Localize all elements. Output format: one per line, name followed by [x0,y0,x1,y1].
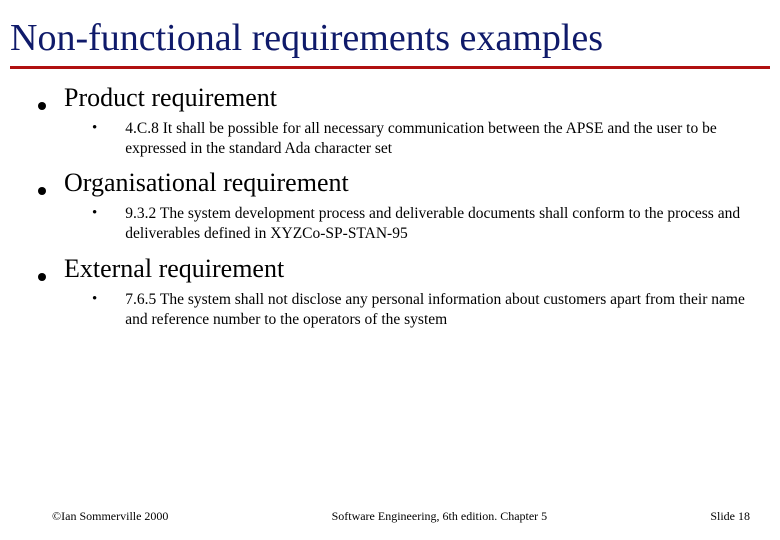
footer-copyright: ©Ian Sommerville 2000 [52,509,168,524]
bullet-icon [38,273,46,281]
slide-title: Non-functional requirements examples [10,18,770,69]
item-heading: Product requirement [64,83,277,113]
sub-list: • 4.C.8 It shall be possible for all nec… [38,119,770,159]
item-head: External requirement [38,254,770,284]
sub-item: • 4.C.8 It shall be possible for all nec… [92,119,770,159]
footer-slide-number: Slide 18 [710,509,750,524]
footer-center: Software Engineering, 6th edition. Chapt… [168,509,710,524]
sub-list: • 7.6.5 The system shall not disclose an… [38,290,770,330]
sub-bullet-icon: • [92,119,97,139]
bullet-icon [38,187,46,195]
sub-bullet-icon: • [92,204,97,224]
sub-bullet-icon: • [92,290,97,310]
sub-item-text: 9.3.2 The system development process and… [125,204,770,244]
sub-list: • 9.3.2 The system development process a… [38,204,770,244]
list-item: External requirement • 7.6.5 The system … [38,254,770,330]
item-heading: External requirement [64,254,284,284]
sub-item-text: 4.C.8 It shall be possible for all neces… [125,119,770,159]
item-head: Product requirement [38,83,770,113]
item-head: Organisational requirement [38,168,770,198]
item-heading: Organisational requirement [64,168,349,198]
main-list: Product requirement • 4.C.8 It shall be … [10,83,770,330]
list-item: Product requirement • 4.C.8 It shall be … [38,83,770,159]
footer: ©Ian Sommerville 2000 Software Engineeri… [0,509,780,524]
list-item: Organisational requirement • 9.3.2 The s… [38,168,770,244]
bullet-icon [38,102,46,110]
sub-item: • 9.3.2 The system development process a… [92,204,770,244]
sub-item-text: 7.6.5 The system shall not disclose any … [125,290,770,330]
slide: Non-functional requirements examples Pro… [0,0,780,540]
sub-item: • 7.6.5 The system shall not disclose an… [92,290,770,330]
